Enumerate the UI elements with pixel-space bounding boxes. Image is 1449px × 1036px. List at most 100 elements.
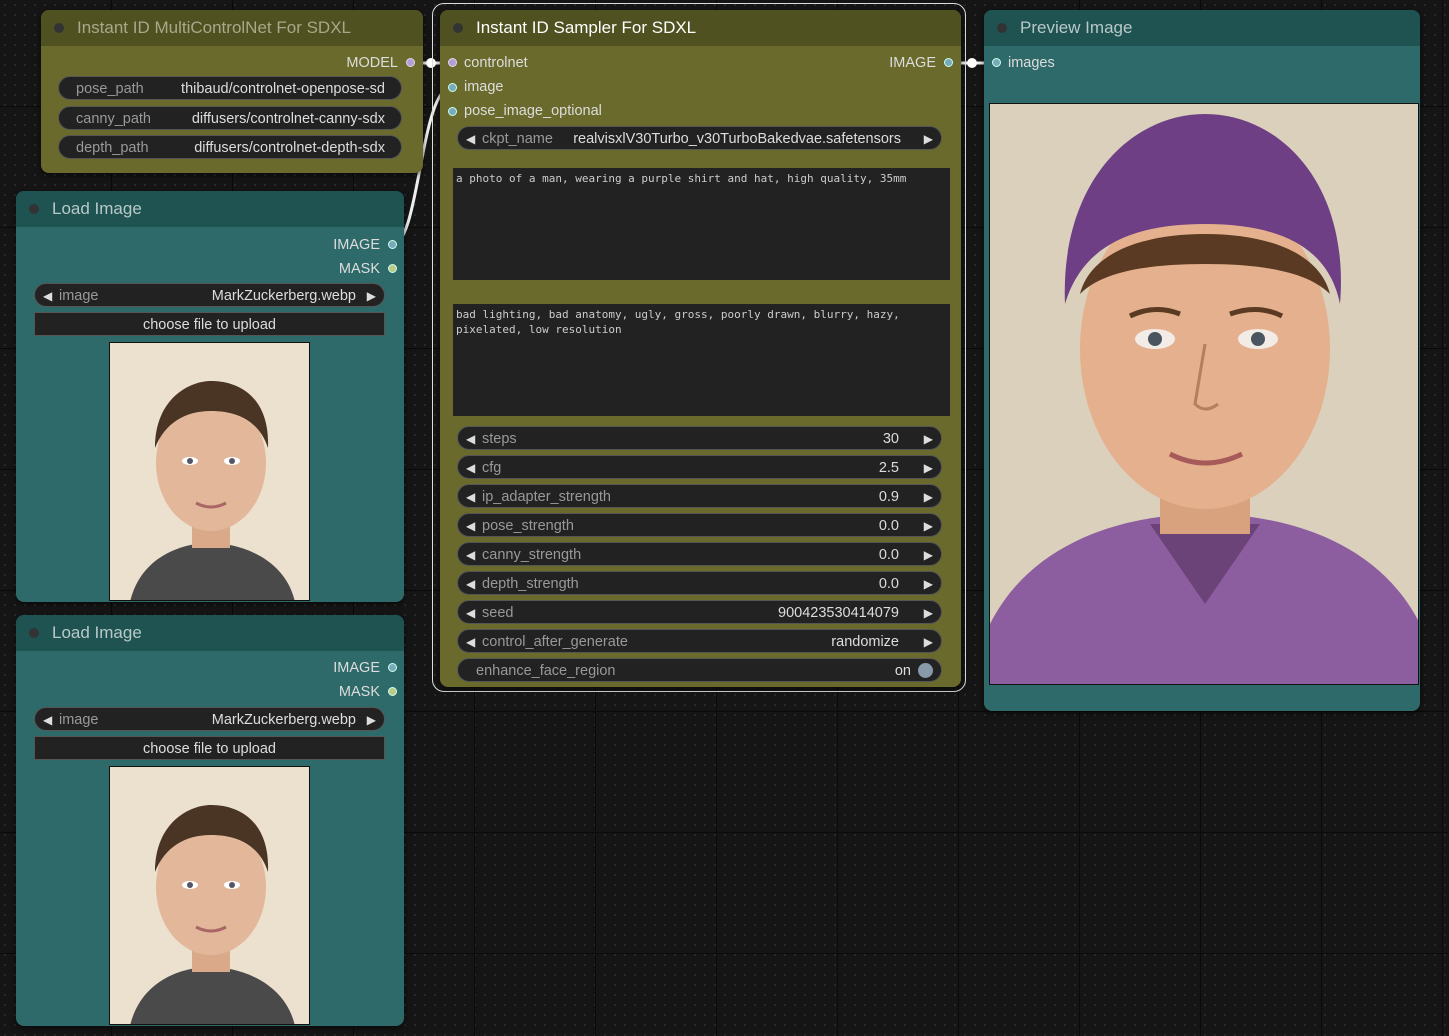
arrow-left-icon[interactable]: ◀ — [43, 284, 52, 308]
upload-button[interactable]: choose file to upload — [34, 736, 385, 760]
widget-label: control_after_generate — [482, 634, 628, 650]
widget-label: canny_strength — [482, 547, 582, 563]
widget-label: depth_strength — [482, 576, 579, 592]
widget-label: pose_strength — [482, 518, 574, 534]
input-pose-image-label: pose_image_optional — [464, 103, 602, 119]
output-image-preview — [989, 103, 1419, 685]
sampler-node[interactable]: Instant ID Sampler For SDXL controlnet i… — [440, 10, 961, 687]
widget-value: diffusers/controlnet-canny-sdx — [191, 111, 385, 127]
image-select-widget[interactable]: ◀ image MarkZuckerberg.webp ▶ — [34, 283, 385, 307]
widget-steps[interactable]: ◀ steps 30 ▶ — [457, 426, 942, 450]
arrow-right-icon[interactable]: ▶ — [924, 543, 933, 567]
arrow-right-icon[interactable]: ▶ — [924, 601, 933, 625]
widget-pose-path[interactable]: pose_path thibaud/controlnet-openpose-sd — [58, 76, 402, 100]
load-image-node-1[interactable]: Load Image IMAGE MASK ◀ image MarkZucker… — [16, 191, 404, 602]
node-title-text: Load Image — [52, 199, 142, 218]
output-image-label: IMAGE — [889, 55, 936, 71]
input-image-port[interactable] — [448, 83, 457, 92]
node-title[interactable]: Instant ID MultiControlNet For SDXL — [41, 10, 423, 46]
widget-canny-path[interactable]: canny_path diffusers/controlnet-canny-sd… — [58, 106, 402, 130]
widget-label: ckpt_name — [482, 131, 553, 147]
node-title[interactable]: Preview Image — [984, 10, 1420, 46]
input-controlnet-port[interactable] — [448, 58, 457, 67]
loaded-image-preview — [109, 766, 310, 1025]
widget-cfg[interactable]: ◀ cfg 2.5 ▶ — [457, 455, 942, 479]
arrow-right-icon[interactable]: ▶ — [367, 708, 376, 732]
output-mask-label: MASK — [338, 261, 380, 277]
arrow-left-icon[interactable]: ◀ — [466, 485, 475, 509]
arrow-left-icon[interactable]: ◀ — [466, 127, 475, 151]
output-model-port[interactable] — [406, 58, 415, 67]
arrow-right-icon[interactable]: ▶ — [924, 427, 933, 451]
upload-button[interactable]: choose file to upload — [34, 312, 385, 336]
output-image-port[interactable] — [944, 58, 953, 67]
widget-ip-adapter-strength[interactable]: ◀ ip_adapter_strength 0.9 ▶ — [457, 484, 942, 508]
input-controlnet-label: controlnet — [464, 55, 528, 71]
collapse-dot-icon[interactable] — [997, 23, 1007, 33]
multicontrolnet-node[interactable]: Instant ID MultiControlNet For SDXL MODE… — [41, 10, 423, 173]
arrow-right-icon[interactable]: ▶ — [924, 456, 933, 480]
widget-value: 900423530414079 — [778, 605, 899, 621]
arrow-right-icon[interactable]: ▶ — [367, 284, 376, 308]
widget-control-after-generate[interactable]: ◀ control_after_generate randomize ▶ — [457, 629, 942, 653]
node-title-text: Instant ID Sampler For SDXL — [476, 18, 697, 37]
arrow-right-icon[interactable]: ▶ — [924, 485, 933, 509]
collapse-dot-icon[interactable] — [29, 204, 39, 214]
image-select-widget[interactable]: ◀ image MarkZuckerberg.webp ▶ — [34, 707, 385, 731]
arrow-left-icon[interactable]: ◀ — [43, 708, 52, 732]
collapse-dot-icon[interactable] — [54, 23, 64, 33]
toggle-value: on — [894, 663, 911, 679]
widget-value: 0.9 — [878, 489, 899, 505]
widget-canny-strength[interactable]: ◀ canny_strength 0.0 ▶ — [457, 542, 942, 566]
arrow-right-icon[interactable]: ▶ — [924, 514, 933, 538]
arrow-right-icon[interactable]: ▶ — [924, 572, 933, 596]
input-pose-image-port[interactable] — [448, 107, 457, 116]
widget-depth-strength[interactable]: ◀ depth_strength 0.0 ▶ — [457, 571, 942, 595]
widget-pose-strength[interactable]: ◀ pose_strength 0.0 ▶ — [457, 513, 942, 537]
widget-seed[interactable]: ◀ seed 900423530414079 ▶ — [457, 600, 942, 624]
collapse-dot-icon[interactable] — [29, 628, 39, 638]
arrow-left-icon[interactable]: ◀ — [466, 543, 475, 567]
widget-label: steps — [482, 431, 517, 447]
widget-value: realvisxlV30Turbo_v30TurboBakedvae.safet… — [573, 131, 901, 147]
output-model-label: MODEL — [346, 55, 398, 71]
node-title[interactable]: Load Image — [16, 191, 404, 227]
widget-value: diffusers/controlnet-depth-sdx — [194, 140, 385, 156]
output-image-port[interactable] — [388, 240, 397, 249]
output-mask-port[interactable] — [388, 687, 397, 696]
output-mask-port[interactable] — [388, 264, 397, 273]
output-image-port[interactable] — [388, 663, 397, 672]
input-images-port[interactable] — [992, 58, 1001, 67]
toggle-knob-icon[interactable] — [918, 663, 933, 678]
positive-prompt-textarea[interactable]: a photo of a man, wearing a purple shirt… — [453, 168, 950, 280]
widget-value: 2.5 — [878, 460, 899, 476]
widget-depth-path[interactable]: depth_path diffusers/controlnet-depth-sd… — [58, 135, 402, 159]
output-image-label: IMAGE — [333, 237, 380, 253]
node-title[interactable]: Load Image — [16, 615, 404, 651]
output-mask-label: MASK — [338, 684, 380, 700]
node-title[interactable]: Instant ID Sampler For SDXL — [440, 10, 961, 46]
arrow-left-icon[interactable]: ◀ — [466, 630, 475, 654]
widget-value: MarkZuckerberg.webp — [211, 288, 356, 304]
enhance-face-region-toggle[interactable]: enhance_face_region on — [457, 658, 942, 682]
arrow-left-icon[interactable]: ◀ — [466, 514, 475, 538]
widget-label: seed — [482, 605, 514, 621]
arrow-left-icon[interactable]: ◀ — [466, 601, 475, 625]
collapse-dot-icon[interactable] — [453, 23, 463, 33]
negative-prompt-textarea[interactable]: bad lighting, bad anatomy, ugly, gross, … — [453, 304, 950, 416]
widget-label: ip_adapter_strength — [482, 489, 611, 505]
widget-value: 30 — [882, 431, 899, 447]
widget-value: MarkZuckerberg.webp — [211, 712, 356, 728]
load-image-node-2[interactable]: Load Image IMAGE MASK ◀ image MarkZucker… — [16, 615, 404, 1026]
preview-image-node[interactable]: Preview Image images — [984, 10, 1420, 711]
widget-label: pose_path — [76, 81, 144, 97]
arrow-left-icon[interactable]: ◀ — [466, 456, 475, 480]
arrow-right-icon[interactable]: ▶ — [924, 127, 933, 151]
widget-label: cfg — [482, 460, 502, 476]
generated-portrait-graphic — [990, 104, 1418, 684]
arrow-left-icon[interactable]: ◀ — [466, 427, 475, 451]
arrow-left-icon[interactable]: ◀ — [466, 572, 475, 596]
widget-value: randomize — [831, 634, 899, 650]
ckpt-name-widget[interactable]: ◀ ckpt_name realvisxlV30Turbo_v30TurboBa… — [457, 126, 942, 150]
arrow-right-icon[interactable]: ▶ — [924, 630, 933, 654]
